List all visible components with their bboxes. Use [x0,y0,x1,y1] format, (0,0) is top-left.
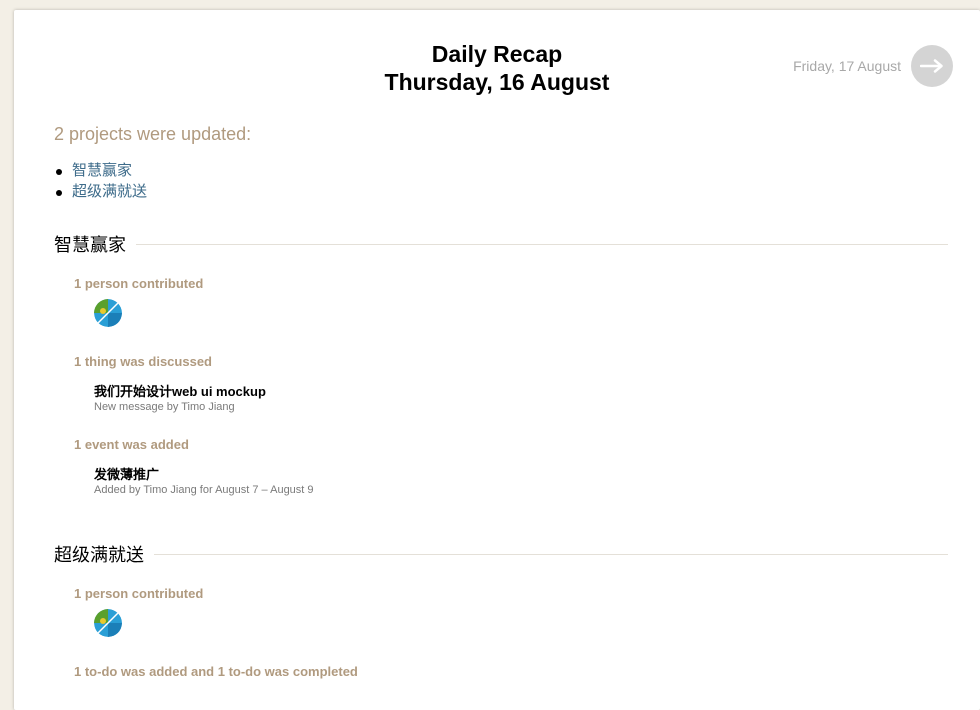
projects-updated-summary: 2 projects were updated: [54,124,252,144]
next-day-label[interactable]: Friday, 17 August [793,58,901,74]
section-divider [136,243,948,245]
todos-label: 1 to-do was added and 1 to-do was comple… [74,664,358,679]
section-header: 智慧赢家 [54,232,948,256]
project-link-chaoji[interactable]: 超级满就送 [72,183,147,200]
list-item: 智慧赢家 [54,160,147,181]
event-title[interactable]: 发微薄推广 [94,464,159,483]
discussion-title[interactable]: 我们开始设计web ui mockup [94,381,266,400]
section-divider [154,553,948,555]
event-meta: Added by Timo Jiang for August 7 – Augus… [94,484,314,496]
arrow-right-icon[interactable] [911,45,953,87]
project-section-zhihui: 智慧赢家 1 person contributed 1 thing was di… [54,232,948,496]
section-title: 智慧赢家 [54,235,126,256]
list-item: 超级满就送 [54,181,147,202]
recap-card: Daily Recap Thursday, 16 August Friday, … [14,10,980,710]
section-title: 超级满就送 [54,545,144,566]
contributors-label: 1 person contributed [74,586,204,601]
next-day-link[interactable]: Friday, 17 August [793,45,953,87]
discussed-label: 1 thing was discussed [74,354,212,369]
discussion-meta: New message by Timo Jiang [94,401,235,413]
contributors-label: 1 person contributed [74,276,204,291]
project-section-chaoji: 超级满就送 1 person contributed 1 to-do was a… [54,542,948,679]
events-label: 1 event was added [74,437,189,452]
section-header: 超级满就送 [54,542,948,566]
project-link-zhihui[interactable]: 智慧赢家 [72,162,132,179]
avatar[interactable] [94,609,122,637]
avatar[interactable] [94,299,122,327]
project-link-list: 智慧赢家 超级满就送 [54,160,147,202]
